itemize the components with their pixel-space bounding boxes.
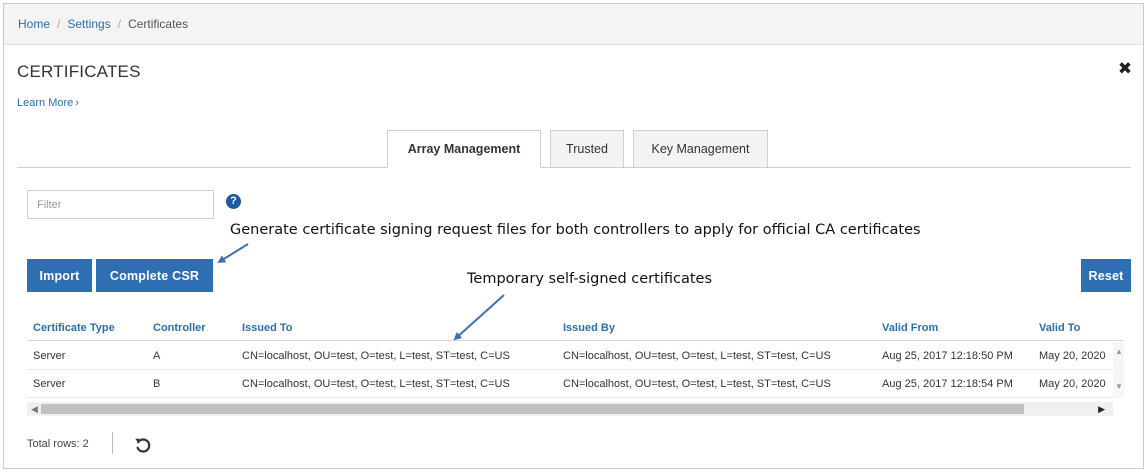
arrow-to-complete-csr — [217, 243, 249, 264]
breadcrumb-separator: / — [117, 17, 122, 31]
tab-trusted[interactable]: Trusted — [550, 130, 624, 168]
help-icon[interactable]: ? — [226, 194, 241, 209]
cell-issued-by: CN=localhost, OU=test, O=test, L=test, S… — [563, 350, 831, 362]
cell-certificate-type: Server — [33, 378, 66, 390]
cell-valid-from: Aug 25, 2017 12:18:54 PM — [882, 378, 1013, 390]
cell-controller: A — [153, 350, 161, 362]
learn-more-label: Learn More — [17, 97, 74, 109]
tab-array-management[interactable]: Array Management — [387, 130, 541, 168]
cell-valid-to: May 20, 2020 — [1039, 378, 1106, 390]
refresh-icon[interactable] — [133, 435, 153, 455]
tab-key-management[interactable]: Key Management — [633, 130, 768, 168]
cell-valid-from: Aug 25, 2017 12:18:50 PM — [882, 350, 1013, 362]
annotation-temporary: Temporary self-signed certificates — [467, 271, 712, 287]
column-header-valid-to[interactable]: Valid To — [1039, 322, 1113, 334]
complete-csr-button[interactable]: Complete CSR — [96, 259, 213, 292]
cell-valid-to: May 20, 2020 — [1039, 350, 1106, 362]
total-rows-label: Total rows: 2 — [27, 438, 89, 450]
column-header-issued-by[interactable]: Issued By — [563, 322, 880, 334]
breadcrumb-home[interactable]: Home — [18, 17, 50, 31]
column-header-controller[interactable]: Controller — [153, 322, 233, 334]
horizontal-scrollbar[interactable]: ◀ ▶ — [27, 402, 1113, 416]
cell-issued-to: CN=localhost, OU=test, O=test, L=test, S… — [242, 378, 510, 390]
column-header-issued-to[interactable]: Issued To — [242, 322, 560, 334]
column-header-valid-from[interactable]: Valid From — [882, 322, 1037, 334]
breadcrumb-settings[interactable]: Settings — [67, 17, 110, 31]
horizontal-scrollbar-thumb[interactable] — [41, 404, 1024, 414]
scroll-up-arrow-icon[interactable]: ▲ — [1115, 348, 1123, 356]
learn-more-link[interactable]: Learn More › — [17, 97, 79, 109]
import-button[interactable]: Import — [27, 259, 92, 292]
chevron-right-icon: › — [75, 97, 79, 109]
table-header: Certificate Type Controller Issued To Is… — [27, 315, 1124, 341]
breadcrumb-separator: / — [57, 17, 61, 31]
footer-divider — [112, 432, 113, 454]
cell-controller: B — [153, 378, 161, 390]
table-row[interactable]: Server B CN=localhost, OU=test, O=test, … — [27, 370, 1113, 398]
scroll-right-arrow-icon[interactable]: ▶ — [1098, 403, 1105, 415]
breadcrumb-current: Certificates — [128, 17, 189, 31]
column-header-certificate-type[interactable]: Certificate Type — [33, 322, 138, 334]
breadcrumb: Home / Settings / Certificates — [4, 4, 1143, 45]
scroll-left-arrow-icon[interactable]: ◀ — [31, 403, 38, 415]
cell-certificate-type: Server — [33, 350, 66, 362]
cell-issued-by: CN=localhost, OU=test, O=test, L=test, S… — [563, 378, 831, 390]
certificates-window: Home / Settings / Certificates CERTIFICATES … — [3, 3, 1144, 469]
annotation-csr: Generate certificate signing request fil… — [230, 222, 921, 238]
filter-input[interactable] — [27, 190, 214, 219]
page-title: CERTIFICATES — [17, 62, 141, 81]
scroll-down-arrow-icon[interactable]: ▼ — [1115, 383, 1123, 391]
reset-button[interactable]: Reset — [1081, 259, 1131, 292]
close-icon[interactable]: ✖ — [1117, 60, 1133, 77]
vertical-scrollbar[interactable]: ▲ ▼ — [1113, 342, 1124, 398]
table-row[interactable]: Server A CN=localhost, OU=test, O=test, … — [27, 342, 1113, 370]
cell-issued-to: CN=localhost, OU=test, O=test, L=test, S… — [242, 350, 510, 362]
